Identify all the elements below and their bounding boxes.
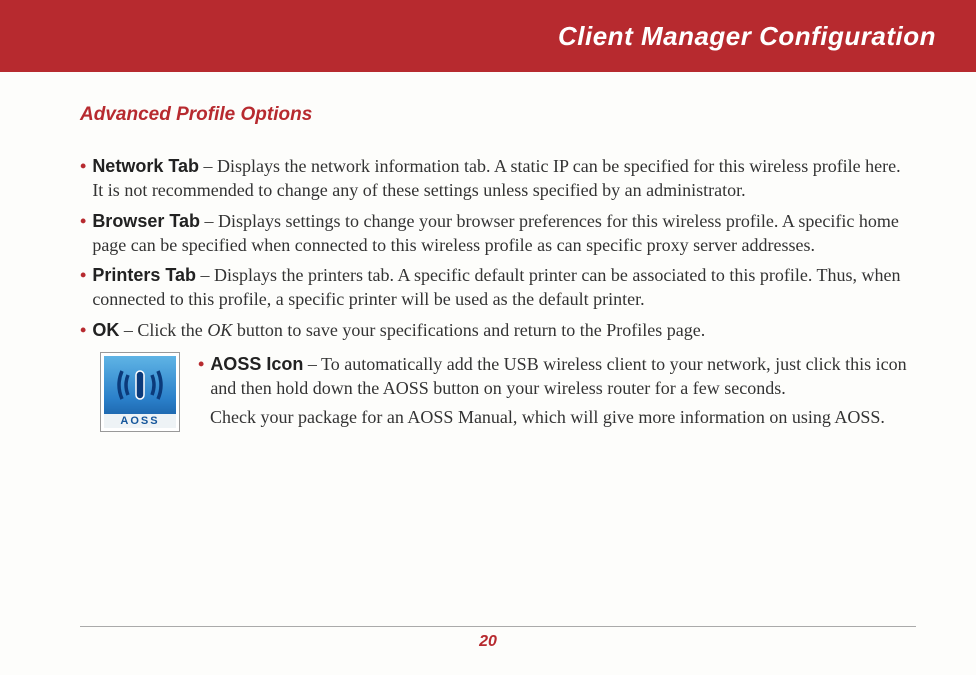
bullet-network-tab: • Network Tab – Displays the network inf…	[80, 154, 916, 203]
bullet-text: Browser Tab – Displays settings to chang…	[92, 209, 916, 258]
aoss-followup: Check your package for an AOSS Manual, w…	[198, 405, 916, 429]
bullet-dot: •	[80, 318, 86, 342]
aoss-symbol	[104, 356, 176, 414]
aoss-icon-inner: AOSS	[104, 356, 176, 428]
item-label: AOSS Icon	[210, 354, 303, 374]
bullet-dot: •	[80, 263, 86, 312]
bullet-text: AOSS Icon – To automatically add the USB…	[210, 352, 916, 401]
footer: 20	[0, 626, 976, 651]
bullet-dot: •	[198, 352, 204, 401]
item-desc: – Displays the network information tab. …	[92, 156, 900, 200]
item-desc: – To automatically add the USB wireless …	[210, 354, 906, 398]
item-desc: – Displays settings to change your brows…	[92, 211, 899, 255]
item-desc-suffix: button to save your specifications and r…	[232, 320, 705, 340]
footer-divider	[80, 626, 916, 627]
aoss-text-wrap: • AOSS Icon – To automatically add the U…	[198, 352, 916, 432]
bullet-text: Printers Tab – Displays the printers tab…	[92, 263, 916, 312]
bullet-dot: •	[80, 209, 86, 258]
page-header-title: Client Manager Configuration	[558, 21, 936, 52]
bullet-dot: •	[80, 154, 86, 203]
section-title: Advanced Profile Options	[80, 104, 916, 126]
item-label: Printers Tab	[92, 265, 196, 285]
bullet-browser-tab: • Browser Tab – Displays settings to cha…	[80, 209, 916, 258]
header-bar: Client Manager Configuration	[0, 0, 976, 72]
item-desc: – Displays the printers tab. A specific …	[92, 265, 900, 309]
bullet-printers-tab: • Printers Tab – Displays the printers t…	[80, 263, 916, 312]
aoss-icon: AOSS	[100, 352, 180, 432]
item-label: Network Tab	[92, 156, 199, 176]
item-label: Browser Tab	[92, 211, 200, 231]
bullet-ok: • OK – Click the OK button to save your …	[80, 318, 916, 342]
aoss-section: AOSS • AOSS Icon – To automatically add …	[80, 352, 916, 432]
bullet-text: Network Tab – Displays the network infor…	[92, 154, 916, 203]
item-desc-prefix: – Click the	[119, 320, 207, 340]
page-number: 20	[0, 633, 976, 651]
bullet-aoss: • AOSS Icon – To automatically add the U…	[198, 352, 916, 401]
content-area: Advanced Profile Options • Network Tab –…	[0, 72, 976, 432]
item-label: OK	[92, 320, 119, 340]
aoss-icon-caption: AOSS	[104, 414, 176, 428]
bullet-text: OK – Click the OK button to save your sp…	[92, 318, 916, 342]
item-desc-italic: OK	[207, 320, 232, 340]
